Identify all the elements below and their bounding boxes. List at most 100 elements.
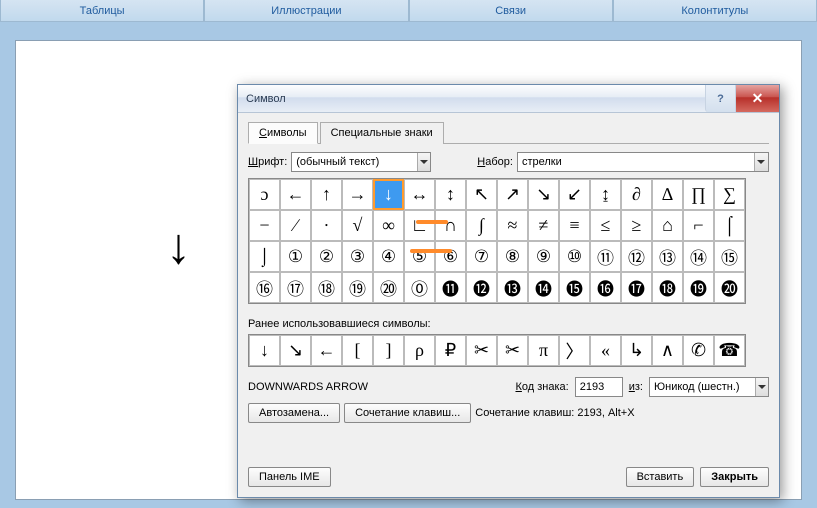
insert-button[interactable]: Вставить <box>626 467 695 487</box>
grid-cell[interactable]: ⑨ <box>528 241 559 272</box>
grid-cell[interactable]: ∑ <box>714 179 745 210</box>
font-input[interactable] <box>292 153 416 171</box>
recent-cell[interactable]: π <box>528 335 559 366</box>
grid-cell[interactable]: ⓲ <box>652 272 683 303</box>
grid-cell[interactable]: ↙ <box>559 179 590 210</box>
ribbon-group-illustrations[interactable]: Иллюстрации <box>204 0 408 22</box>
grid-cell[interactable]: ∏ <box>683 179 714 210</box>
grid-cell[interactable]: ∆ <box>652 179 683 210</box>
grid-cell[interactable]: ⑧ <box>497 241 528 272</box>
grid-cell[interactable]: ⓴ <box>714 272 745 303</box>
grid-cell[interactable]: ⑳ <box>373 272 404 303</box>
shortcut-button[interactable]: Сочетание клавиш... <box>344 403 471 423</box>
recent-cell[interactable]: ↳ <box>621 335 652 366</box>
recent-cell[interactable]: « <box>590 335 621 366</box>
recent-cell[interactable]: 〉 <box>559 335 590 366</box>
grid-cell[interactable]: ← <box>280 179 311 210</box>
grid-cell[interactable]: ⓪ <box>404 272 435 303</box>
grid-cell[interactable]: ⑰ <box>280 272 311 303</box>
recent-cell[interactable]: ↘ <box>280 335 311 366</box>
grid-cell[interactable]: ≡ <box>559 210 590 241</box>
ribbon-group-headers[interactable]: Колонтитулы <box>613 0 817 22</box>
grid-cell[interactable]: ⓯ <box>559 272 590 303</box>
grid-cell[interactable]: ⑫ <box>621 241 652 272</box>
recent-cell[interactable]: ✂ <box>466 335 497 366</box>
set-combo[interactable] <box>517 152 769 172</box>
grid-cell[interactable]: ≤ <box>590 210 621 241</box>
grid-cell[interactable]: ⑪ <box>590 241 621 272</box>
grid-cell[interactable]: ⌡ <box>249 241 280 272</box>
recent-cell[interactable]: ✆ <box>683 335 714 366</box>
grid-cell[interactable]: ⓮ <box>528 272 559 303</box>
grid-cell[interactable]: ⑱ <box>311 272 342 303</box>
grid-cell[interactable]: ⑬ <box>652 241 683 272</box>
grid-cell[interactable]: ∫ <box>466 210 497 241</box>
recent-cell[interactable]: ] <box>373 335 404 366</box>
grid-cell[interactable]: ⑭ <box>683 241 714 272</box>
ribbon-group-tables[interactable]: Таблицы <box>0 0 204 22</box>
grid-cell[interactable]: ≥ <box>621 210 652 241</box>
from-input[interactable] <box>650 378 755 396</box>
grid-cell[interactable]: ∕ <box>280 210 311 241</box>
grid-cell[interactable]: ⑯ <box>249 272 280 303</box>
grid-cell[interactable]: ⑦ <box>466 241 497 272</box>
autocorrect-button[interactable]: Автозамена... <box>248 403 340 423</box>
from-combo[interactable] <box>649 377 769 397</box>
close-icon[interactable]: ✕ <box>735 85 779 112</box>
font-combo[interactable] <box>291 152 431 172</box>
grid-cell[interactable]: ∂ <box>621 179 652 210</box>
grid-cell[interactable]: ⑮ <box>714 241 745 272</box>
from-dropdown-icon[interactable] <box>755 378 768 396</box>
grid-cell[interactable]: ∟ <box>404 210 435 241</box>
grid-cell[interactable]: ↗ <box>497 179 528 210</box>
ime-panel-button[interactable]: Панель IME <box>248 467 331 487</box>
grid-cell[interactable]: ↖ <box>466 179 497 210</box>
grid-cell[interactable]: ⑤ <box>404 241 435 272</box>
grid-cell[interactable]: ɔ <box>249 179 280 210</box>
recent-cell[interactable]: ₽ <box>435 335 466 366</box>
tab-special[interactable]: Специальные знаки <box>320 122 444 144</box>
set-dropdown-icon[interactable] <box>754 153 768 171</box>
grid-cell[interactable]: ↕ <box>435 179 466 210</box>
code-input[interactable]: 2193 <box>575 377 623 397</box>
font-dropdown-icon[interactable] <box>417 153 431 171</box>
grid-cell[interactable]: ② <box>311 241 342 272</box>
grid-cell[interactable]: ↨ <box>590 179 621 210</box>
grid-cell[interactable]: ⓭ <box>497 272 528 303</box>
grid-cell[interactable]: ④ <box>373 241 404 272</box>
grid-cell[interactable]: ⑥ <box>435 241 466 272</box>
grid-cell[interactable]: ⓬ <box>466 272 497 303</box>
close-button[interactable]: Закрыть <box>700 467 769 487</box>
recent-cell[interactable]: ✂ <box>497 335 528 366</box>
recent-cell[interactable]: ☎ <box>714 335 745 366</box>
grid-cell[interactable]: ↘ <box>528 179 559 210</box>
recent-cell[interactable]: ρ <box>404 335 435 366</box>
grid-cell[interactable]: ⌐ <box>683 210 714 241</box>
grid-cell[interactable]: ⓫ <box>435 272 466 303</box>
grid-cell[interactable]: ③ <box>342 241 373 272</box>
set-input[interactable] <box>518 153 754 171</box>
grid-cell[interactable]: ↔ <box>404 179 435 210</box>
grid-cell[interactable]: ⌠ <box>714 210 745 241</box>
tab-symbols[interactable]: Символы <box>248 122 318 144</box>
grid-cell[interactable]: ↓ <box>373 179 404 210</box>
grid-cell[interactable]: ≠ <box>528 210 559 241</box>
grid-cell[interactable]: ⌂ <box>652 210 683 241</box>
grid-cell[interactable]: ∞ <box>373 210 404 241</box>
grid-cell[interactable]: ∩ <box>435 210 466 241</box>
grid-cell[interactable]: ∙ <box>311 210 342 241</box>
grid-cell[interactable]: − <box>249 210 280 241</box>
recent-cell[interactable]: ∧ <box>652 335 683 366</box>
help-button[interactable]: ? <box>705 85 735 112</box>
grid-cell[interactable]: ≈ <box>497 210 528 241</box>
grid-cell[interactable]: √ <box>342 210 373 241</box>
grid-cell[interactable]: ⑲ <box>342 272 373 303</box>
grid-cell[interactable]: ↑ <box>311 179 342 210</box>
recent-cell[interactable]: [ <box>342 335 373 366</box>
recent-cell[interactable]: ↓ <box>249 335 280 366</box>
grid-cell[interactable]: ① <box>280 241 311 272</box>
dialog-titlebar[interactable]: Символ ? ✕ <box>238 85 779 113</box>
recent-cell[interactable]: ← <box>311 335 342 366</box>
grid-cell[interactable]: → <box>342 179 373 210</box>
grid-cell[interactable]: ⑩ <box>559 241 590 272</box>
